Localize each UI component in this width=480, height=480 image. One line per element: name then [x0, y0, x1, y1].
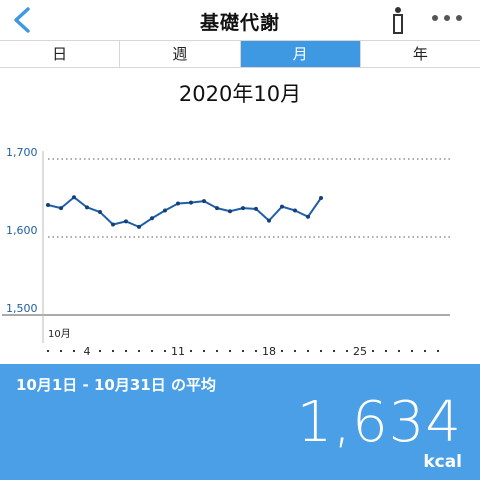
data-point — [137, 224, 141, 229]
x-tick-dot — [397, 349, 401, 353]
x-tick-dot — [202, 349, 206, 353]
x-tick-label: 25 — [353, 345, 367, 358]
x-tick-dot — [46, 349, 50, 353]
data-point — [241, 206, 245, 211]
average-value: 1,634 — [296, 390, 462, 455]
x-tick-dot — [228, 349, 232, 353]
x-tick-dot — [189, 349, 193, 353]
metabolism-chart[interactable]: 1,700 1,600 1,500 10月 4 11 18 25 — [0, 140, 480, 362]
series-line — [47, 196, 322, 228]
tab-day[interactable]: 日 — [0, 41, 119, 67]
x-tick-dot — [332, 349, 336, 353]
x-tick-dot — [345, 349, 349, 353]
tab-year[interactable]: 年 — [359, 41, 480, 67]
average-label: 10月1日 - 10月31日 の平均 — [16, 376, 216, 394]
data-point — [280, 204, 284, 209]
x-tick-dot — [319, 349, 323, 353]
y-tick-label: 1,600 — [6, 224, 38, 237]
x-tick-label: 11 — [171, 345, 185, 358]
x-tick-dot — [124, 349, 128, 353]
y-tick-label: 1,500 — [6, 302, 38, 315]
tab-week[interactable]: 週 — [119, 41, 239, 67]
data-point — [85, 205, 89, 210]
data-point — [267, 218, 271, 223]
chart-series — [46, 195, 323, 229]
data-point — [163, 208, 167, 213]
x-month-label: 10月 — [48, 328, 71, 340]
x-tick-dot — [423, 349, 427, 353]
x-tick-dot — [254, 349, 258, 353]
data-point — [124, 219, 128, 224]
data-point — [319, 196, 323, 200]
x-tick-label: 4 — [84, 345, 91, 358]
average-panel: 10月1日 - 10月31日 の平均 1,634 kcal — [0, 364, 480, 480]
app-header: 基礎代謝 — [0, 0, 480, 40]
period-title: 2020年10月 — [178, 82, 302, 106]
data-point — [72, 195, 76, 200]
data-point — [215, 206, 219, 211]
data-point — [189, 200, 193, 205]
tab-month[interactable]: 月 — [239, 41, 360, 67]
average-unit: kcal — [423, 452, 462, 472]
x-tick-dot — [215, 349, 219, 353]
data-point — [59, 206, 63, 211]
period-tabs: 日 週 月 年 — [0, 40, 480, 68]
more-dots-icon — [432, 15, 462, 21]
x-tick-dot — [98, 349, 102, 353]
data-point — [150, 216, 154, 221]
data-point — [293, 208, 297, 213]
info-button[interactable] — [386, 4, 410, 36]
x-tick-dot — [241, 349, 245, 353]
x-tick-label: 18 — [262, 345, 276, 358]
data-point — [111, 222, 115, 227]
data-point — [202, 199, 206, 204]
x-tick-dot — [306, 349, 310, 353]
chart-axes: 1,700 1,600 1,500 10月 4 11 18 25 — [6, 146, 440, 358]
y-tick-label: 1,700 — [6, 146, 38, 159]
x-tick-dot — [410, 349, 414, 353]
x-tick-dot — [59, 349, 63, 353]
x-tick-dot — [111, 349, 115, 353]
x-tick-dot — [371, 349, 375, 353]
chart-grid — [2, 158, 450, 316]
x-tick-dot — [293, 349, 297, 353]
x-tick-dot — [150, 349, 154, 353]
more-button[interactable] — [426, 4, 470, 36]
x-tick-dot — [436, 349, 440, 353]
x-tick-dot — [163, 349, 167, 353]
data-point — [228, 209, 232, 214]
x-tick-dot — [137, 349, 141, 353]
data-point — [176, 201, 180, 206]
data-point — [98, 210, 102, 215]
data-point — [46, 203, 50, 208]
x-tick-dot — [384, 349, 388, 353]
info-icon — [393, 7, 403, 34]
data-point — [254, 206, 258, 211]
x-tick-dot — [280, 349, 284, 353]
x-tick-dot — [72, 349, 76, 353]
data-point — [306, 214, 310, 219]
